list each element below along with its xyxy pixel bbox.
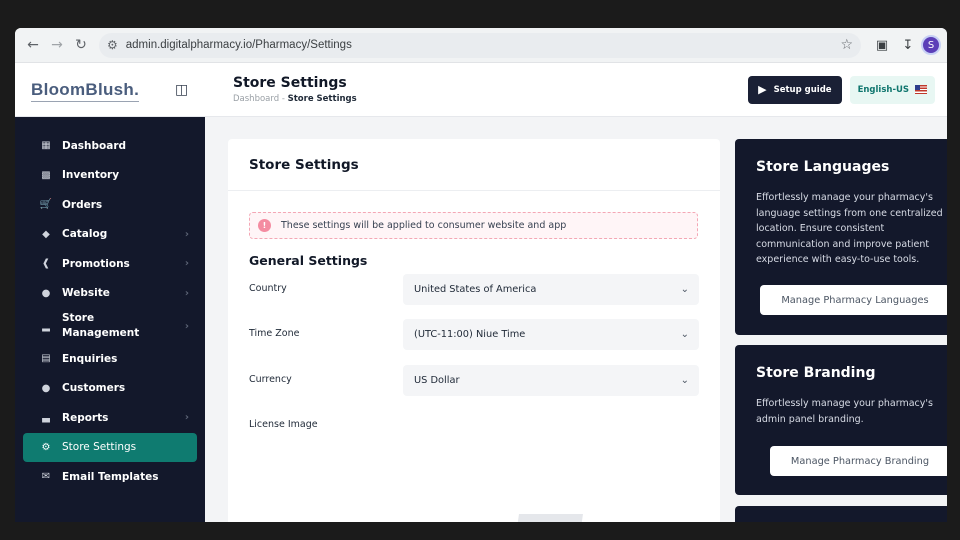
chevron-down-icon: ⌄ bbox=[680, 375, 689, 386]
chevron-down-icon: ⌄ bbox=[680, 329, 689, 340]
currency-select[interactable]: US Dollar ⌄ bbox=[403, 365, 699, 396]
chevron-right-icon: › bbox=[184, 228, 189, 240]
mail-icon: ✉ bbox=[41, 471, 51, 483]
extensions-icon[interactable]: ▣ bbox=[869, 33, 895, 57]
sidebar-item-customers[interactable]: ● Customers bbox=[23, 374, 197, 404]
manage-languages-button[interactable]: Manage Pharmacy Languages bbox=[760, 285, 947, 315]
store-branding-title: Store Branding bbox=[756, 365, 876, 381]
setup-guide-button[interactable]: ▶ Setup guide bbox=[748, 75, 842, 104]
sidebar-item-store-settings[interactable]: ⚙ Store Settings bbox=[23, 432, 197, 462]
back-icon[interactable]: ← bbox=[21, 33, 45, 57]
gear-icon: ⚙ bbox=[41, 441, 51, 453]
sidebar-item-dashboard[interactable]: ▦ Dashboard bbox=[23, 131, 197, 161]
chevron-right-icon: › bbox=[184, 287, 189, 299]
sidebar-item-catalog[interactable]: ◆ Catalog › bbox=[23, 220, 197, 250]
country-label: Country bbox=[249, 283, 287, 294]
store-languages-description: Effortlessly manage your pharmacy's lang… bbox=[756, 192, 943, 265]
reports-icon: ▃ bbox=[42, 412, 50, 424]
sidebar-collapse-icon[interactable]: ◫ bbox=[175, 82, 199, 98]
store-settings-card: Store Settings ! These settings will be … bbox=[228, 139, 720, 522]
app-header: BloomBlush. ◫ Store Settings Dashboard -… bbox=[15, 63, 947, 117]
globe-icon: ● bbox=[41, 287, 51, 299]
tag-icon: ◆ bbox=[42, 228, 50, 240]
breadcrumb: Dashboard - Store Settings bbox=[233, 94, 357, 104]
language-selector[interactable]: English-US bbox=[849, 75, 935, 104]
sidebar-item-enquiries[interactable]: ▤ Enquiries bbox=[23, 344, 197, 374]
sidebar-item-promotions[interactable]: ❰ Promotions › bbox=[23, 249, 197, 279]
browser-toolbar: ← → ↻ ⚙ admin.digitalpharmacy.io/Pharmac… bbox=[15, 28, 947, 63]
cart-icon: 🛒 bbox=[39, 199, 53, 211]
timezone-label: Time Zone bbox=[249, 328, 300, 339]
currency-label: Currency bbox=[249, 374, 292, 385]
download-icon[interactable]: ↧ bbox=[895, 33, 921, 57]
dashboard-icon: ▦ bbox=[41, 140, 51, 152]
reload-icon[interactable]: ↻ bbox=[69, 33, 93, 57]
license-image-label: License Image bbox=[249, 419, 318, 430]
forward-icon[interactable]: → bbox=[45, 33, 69, 57]
page-title-block: Store Settings Dashboard - Store Setting… bbox=[233, 75, 357, 104]
store-branding-panel: Store Branding Effortlessly manage your … bbox=[735, 345, 947, 495]
store-languages-title: Store Languages bbox=[756, 159, 890, 175]
promotions-icon: ❰ bbox=[41, 258, 51, 270]
customers-icon: ● bbox=[41, 382, 51, 394]
inventory-icon: ▩ bbox=[41, 169, 51, 181]
page-title: Store Settings bbox=[233, 75, 347, 91]
section-title: General Settings bbox=[249, 253, 368, 268]
country-select[interactable]: United States of America ⌄ bbox=[403, 274, 699, 305]
info-alert: ! These settings will be applied to cons… bbox=[249, 212, 698, 239]
breadcrumb-current: Store Settings bbox=[287, 94, 357, 104]
bookmark-star-icon[interactable]: ☆ bbox=[840, 37, 853, 53]
breadcrumb-separator: - bbox=[281, 94, 285, 104]
chevron-down-icon: ⌄ bbox=[680, 284, 689, 295]
sidebar-item-website[interactable]: ● Website › bbox=[23, 279, 197, 309]
browser-window: ← → ↻ ⚙ admin.digitalpharmacy.io/Pharmac… bbox=[15, 28, 947, 522]
chevron-right-icon: › bbox=[184, 258, 189, 270]
sidebar-item-reports[interactable]: ▃ Reports › bbox=[23, 403, 197, 433]
url-text: admin.digitalpharmacy.io/Pharmacy/Settin… bbox=[125, 39, 352, 51]
sidebar-item-orders[interactable]: 🛒 Orders bbox=[23, 190, 197, 220]
store-branding-description: Effortlessly manage your pharmacy's admi… bbox=[756, 398, 933, 425]
sidebar: ▦ Dashboard ▩ Inventory 🛒 Orders ◆ Catal… bbox=[15, 117, 205, 522]
play-icon: ▶ bbox=[758, 83, 767, 96]
site-info-icon[interactable]: ⚙ bbox=[107, 38, 118, 52]
header-actions: ▶ Setup guide English-US bbox=[748, 75, 947, 104]
sidebar-item-email-templates[interactable]: ✉ Email Templates bbox=[23, 462, 197, 492]
card-title: Store Settings bbox=[228, 139, 720, 191]
chart-icon: ▂ bbox=[42, 320, 50, 332]
license-image-placeholder[interactable] bbox=[517, 514, 583, 522]
sidebar-item-store-management[interactable]: ▂ Store Management › bbox=[23, 308, 197, 344]
clipboard-icon: ▤ bbox=[41, 353, 51, 365]
sidebar-item-inventory[interactable]: ▩ Inventory bbox=[23, 161, 197, 191]
timezone-select[interactable]: (UTC-11:00) Niue Time ⌄ bbox=[403, 319, 699, 350]
alert-icon: ! bbox=[258, 219, 271, 232]
store-languages-panel: Store Languages Effortlessly manage your… bbox=[735, 139, 947, 335]
chevron-right-icon: › bbox=[184, 412, 189, 424]
breadcrumb-dashboard[interactable]: Dashboard bbox=[233, 94, 279, 104]
address-bar[interactable]: ⚙ admin.digitalpharmacy.io/Pharmacy/Sett… bbox=[99, 32, 861, 58]
manage-branding-button[interactable]: Manage Pharmacy Branding bbox=[770, 446, 947, 476]
profile-avatar[interactable]: S bbox=[921, 35, 941, 55]
chevron-right-icon: › bbox=[184, 320, 189, 332]
us-flag-icon bbox=[915, 85, 927, 94]
main-content: Store Settings ! These settings will be … bbox=[205, 117, 947, 522]
additional-settings-panel bbox=[735, 506, 947, 522]
